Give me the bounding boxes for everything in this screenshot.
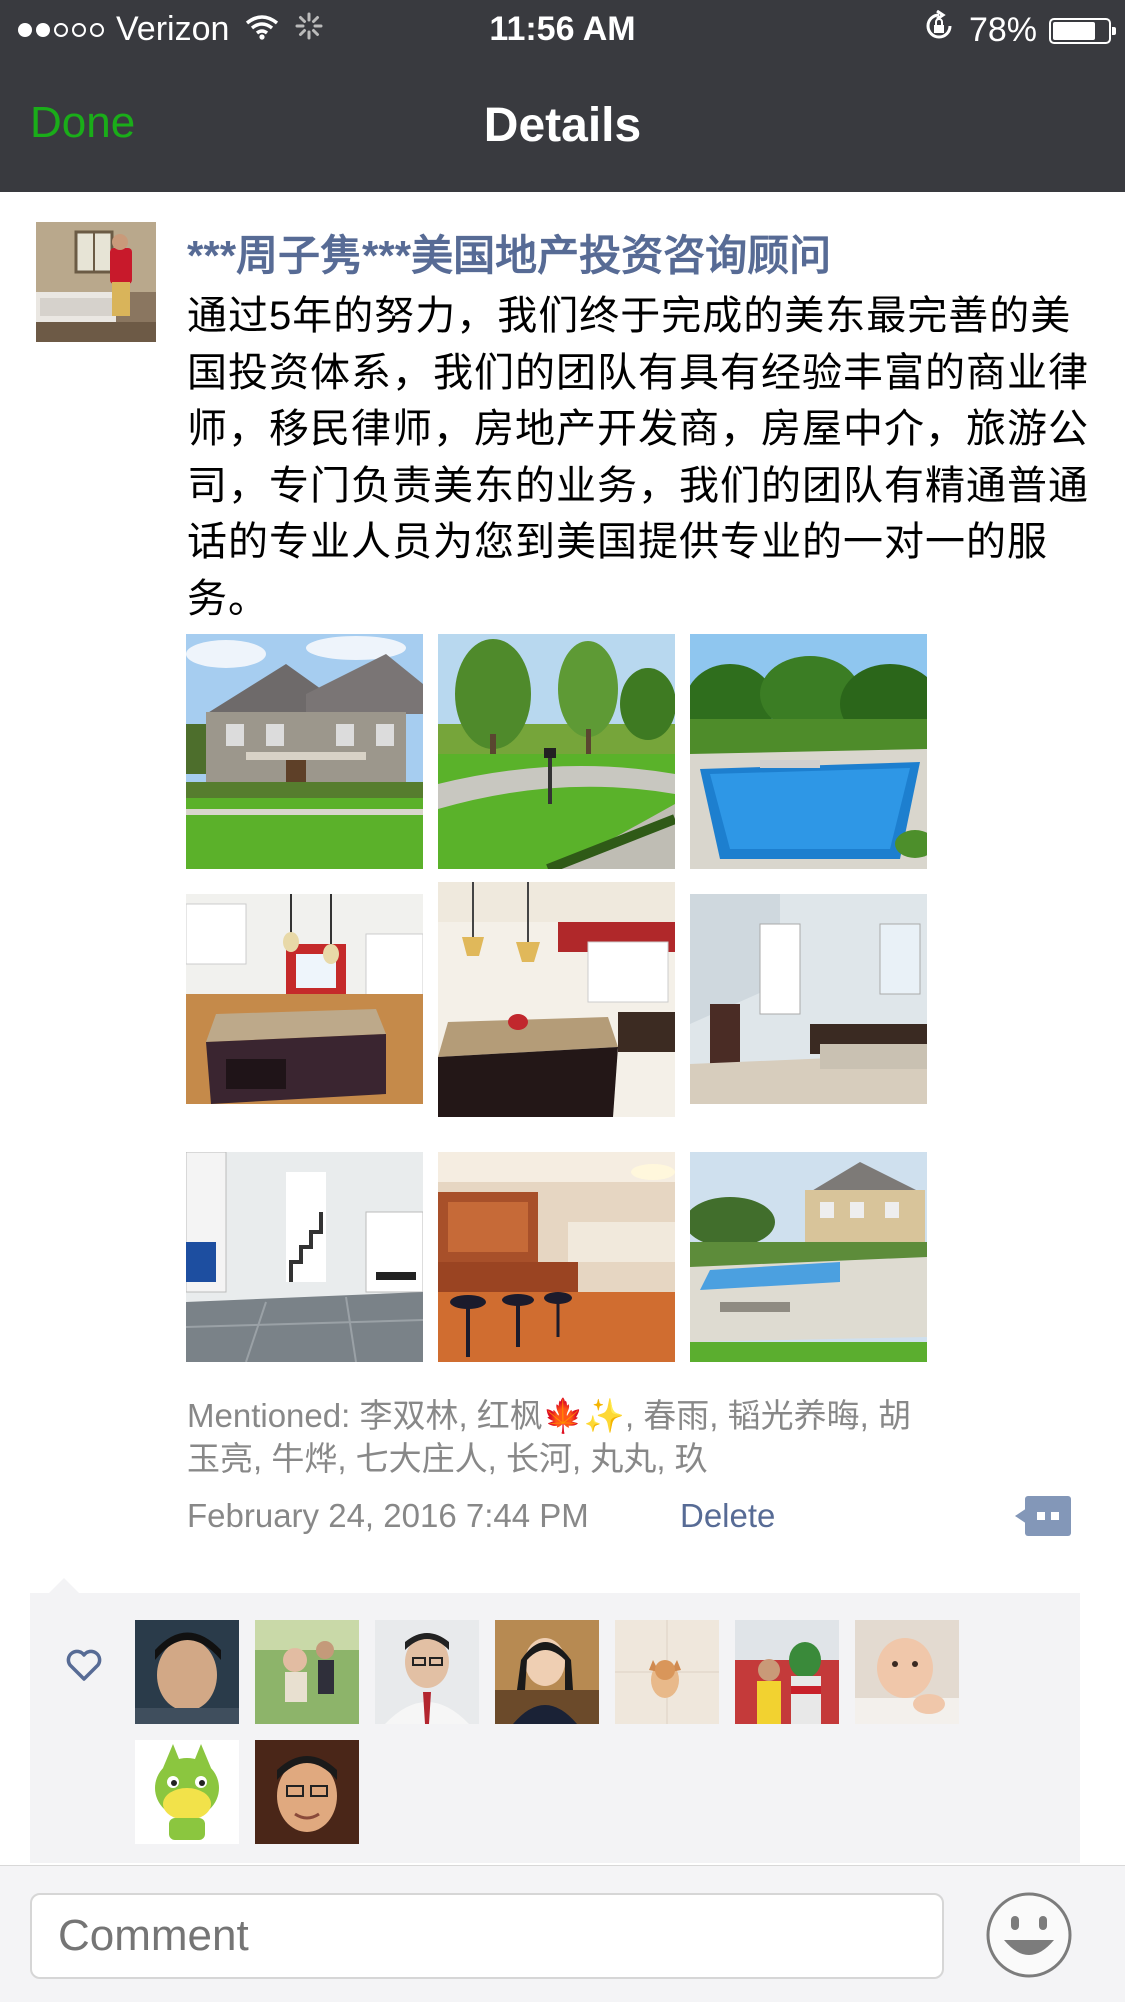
kitchen-island-photo[interactable]	[186, 894, 423, 1104]
bathroom-photo[interactable]	[690, 894, 927, 1104]
hallway-staircase-photo[interactable]	[186, 1152, 423, 1362]
heart-icon	[64, 1645, 104, 1685]
post-text: 通过5年的努力，我们终于完成的美东最完善的美国投资体系，我们的团队有具有经验丰富…	[187, 294, 1089, 621]
nav-bar: Done Details	[0, 62, 1125, 192]
liker-avatar-2[interactable]	[255, 1620, 359, 1724]
post-date: February 24, 2016 7:44 PM	[187, 1497, 589, 1534]
author-name[interactable]: ***周子隽***美国地产投资咨询顾问	[187, 222, 831, 283]
liker-avatar-8[interactable]	[135, 1740, 239, 1844]
mentioned-users[interactable]: Mentioned: 李双林, 红枫🍁✨, 春雨, 韬光养晦, 胡玉亮, 牛烨,…	[187, 1394, 927, 1480]
delete-button[interactable]: Delete	[680, 1497, 775, 1535]
comment-input[interactable]	[30, 1893, 944, 1979]
status-right: 78%	[923, 9, 1116, 51]
battery-fill	[1053, 21, 1095, 40]
liker-avatar-7[interactable]	[855, 1620, 959, 1724]
battery-icon	[1049, 17, 1116, 44]
battery-percent: 78%	[968, 11, 1037, 49]
author-avatar[interactable]	[36, 222, 156, 342]
liker-avatar-4[interactable]	[495, 1620, 599, 1724]
comment-options-icon[interactable]	[1015, 1494, 1073, 1538]
likes-panel	[30, 1593, 1080, 1863]
kitchen-dining-photo[interactable]	[438, 882, 675, 1117]
swimming-pool-photo[interactable]	[690, 634, 927, 869]
liker-avatar-9[interactable]	[255, 1740, 359, 1844]
backyard-pool-house-photo[interactable]	[690, 1152, 927, 1362]
liker-avatar-1[interactable]	[135, 1620, 239, 1724]
comment-bar	[0, 1865, 1125, 2002]
lawn-driveway-photo[interactable]	[438, 634, 675, 869]
liker-avatar-6[interactable]	[735, 1620, 839, 1724]
basement-bar-photo[interactable]	[438, 1152, 675, 1362]
likes-pointer	[48, 1578, 80, 1594]
house-exterior-photo[interactable]	[186, 634, 423, 869]
page-title: Details	[483, 99, 642, 152]
battery-cap	[1112, 26, 1116, 35]
rotation-lock-icon	[923, 9, 955, 51]
emoji-icon[interactable]	[984, 1890, 1074, 1980]
liker-avatar-3[interactable]	[375, 1620, 479, 1724]
liker-avatar-5[interactable]	[615, 1620, 719, 1724]
status-bar: Verizon 11:56 AM 78%	[0, 0, 1125, 62]
